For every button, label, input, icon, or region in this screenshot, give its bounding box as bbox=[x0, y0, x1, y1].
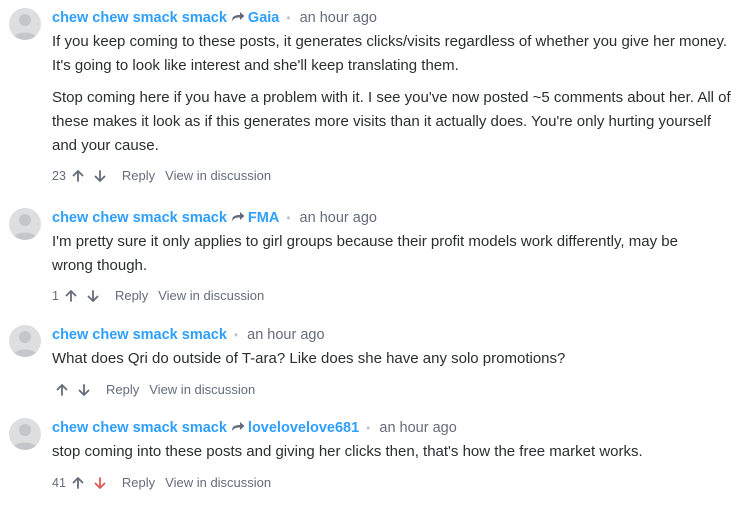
comment-line: I'm pretty sure it only applies to girl … bbox=[52, 233, 678, 250]
separator-dot: • bbox=[286, 11, 291, 25]
timestamp[interactable]: an hour ago bbox=[379, 420, 456, 436]
timestamp[interactable]: an hour ago bbox=[300, 210, 377, 226]
view-in-discussion-link[interactable]: View in discussion bbox=[165, 473, 271, 493]
view-in-discussion-link[interactable]: View in discussion bbox=[165, 166, 271, 186]
upvote-arrow-icon[interactable] bbox=[72, 477, 84, 489]
timestamp[interactable]: an hour ago bbox=[247, 327, 324, 343]
comment-line: It's going to look like interest and she… bbox=[52, 57, 459, 74]
comment-footer: 41 Reply View in discussion bbox=[52, 473, 735, 493]
vote-count: 23 bbox=[52, 169, 66, 183]
upvote-arrow-icon[interactable] bbox=[65, 290, 77, 302]
comment-line: wrong though. bbox=[52, 257, 148, 274]
comment-text: stop coming into these posts and giving … bbox=[52, 440, 735, 464]
parent-author-link[interactable]: lovelovelove681 bbox=[248, 420, 359, 436]
comment-paragraph: stop coming into these posts and giving … bbox=[52, 440, 735, 464]
view-in-discussion-link[interactable]: View in discussion bbox=[158, 286, 264, 306]
comment-line: these makes it look as if this generates… bbox=[52, 113, 712, 130]
parent-author-link[interactable]: Gaia bbox=[248, 10, 279, 26]
upvote-arrow-icon[interactable] bbox=[56, 384, 68, 396]
default-avatar-icon[interactable] bbox=[9, 325, 41, 357]
comment-footer: 23 Reply View in discussion bbox=[52, 166, 735, 186]
vote-count: 1 bbox=[52, 289, 59, 303]
separator-dot: • bbox=[366, 421, 371, 435]
comment-text: If you keep coming to these posts, it ge… bbox=[52, 30, 735, 158]
reply-arrow-icon bbox=[231, 418, 245, 438]
comment-header: chew chew smack smack FMA • an hour ago bbox=[52, 208, 735, 228]
comment-paragraph: What does Qri do outside of T-ara? Like … bbox=[52, 347, 735, 371]
reply-button[interactable]: Reply bbox=[122, 473, 155, 493]
comment-line: and your cause. bbox=[52, 137, 159, 154]
comment-paragraph: If you keep coming to these posts, it ge… bbox=[52, 30, 735, 78]
comment-line: If you keep coming to these posts, it ge… bbox=[52, 33, 728, 50]
reply-button[interactable]: Reply bbox=[106, 380, 139, 400]
view-in-discussion-link[interactable]: View in discussion bbox=[149, 380, 255, 400]
comment-line: What does Qri do outside of T-ara? Like … bbox=[52, 350, 566, 367]
comment-line: Stop coming here if you have a problem w… bbox=[52, 89, 731, 106]
parent-author-link[interactable]: FMA bbox=[248, 210, 279, 226]
default-avatar-icon[interactable] bbox=[9, 418, 41, 450]
comment-header: chew chew smack smack • an hour ago bbox=[52, 325, 735, 345]
author-link[interactable]: chew chew smack smack bbox=[52, 10, 227, 26]
timestamp[interactable]: an hour ago bbox=[300, 10, 377, 26]
reply-arrow-icon bbox=[231, 8, 245, 28]
default-avatar-icon[interactable] bbox=[9, 8, 41, 40]
vote-controls bbox=[52, 384, 100, 396]
vote-controls: 23 bbox=[52, 166, 116, 186]
comment-paragraph: I'm pretty sure it only applies to girl … bbox=[52, 230, 735, 278]
upvote-arrow-icon[interactable] bbox=[72, 170, 84, 182]
comment-header: chew chew smack smack lovelovelove681 • an … bbox=[52, 418, 735, 438]
separator-dot: • bbox=[286, 211, 291, 225]
comment-text: What does Qri do outside of T-ara? Like … bbox=[52, 347, 735, 371]
comment-feed: chew chew smack smack Gaia • an hour ago If… bbox=[0, 0, 743, 511]
separator-dot: • bbox=[233, 328, 239, 342]
reply-button[interactable]: Reply bbox=[115, 286, 148, 306]
vote-controls: 41 bbox=[52, 473, 116, 493]
comment-text: I'm pretty sure it only applies to girl … bbox=[52, 230, 735, 278]
reply-button[interactable]: Reply bbox=[122, 166, 155, 186]
comment-footer: Reply View in discussion bbox=[52, 380, 735, 400]
author-link[interactable]: chew chew smack smack bbox=[52, 327, 227, 343]
default-avatar-icon[interactable] bbox=[9, 208, 41, 240]
comment-footer: 1 Reply View in discussion bbox=[52, 286, 735, 306]
reply-arrow-icon bbox=[231, 208, 245, 228]
downvote-arrow-icon[interactable] bbox=[94, 477, 106, 489]
downvote-arrow-icon[interactable] bbox=[87, 290, 99, 302]
author-link[interactable]: chew chew smack smack bbox=[52, 210, 227, 226]
comment-paragraph: Stop coming here if you have a problem w… bbox=[52, 86, 735, 158]
comment-header: chew chew smack smack Gaia • an hour ago bbox=[52, 8, 735, 28]
downvote-arrow-icon[interactable] bbox=[94, 170, 106, 182]
comment-line: stop coming into these posts and giving … bbox=[52, 443, 643, 460]
vote-count: 41 bbox=[52, 476, 66, 490]
author-link[interactable]: chew chew smack smack bbox=[52, 420, 227, 436]
vote-controls: 1 bbox=[52, 286, 109, 306]
downvote-arrow-icon[interactable] bbox=[78, 384, 90, 396]
